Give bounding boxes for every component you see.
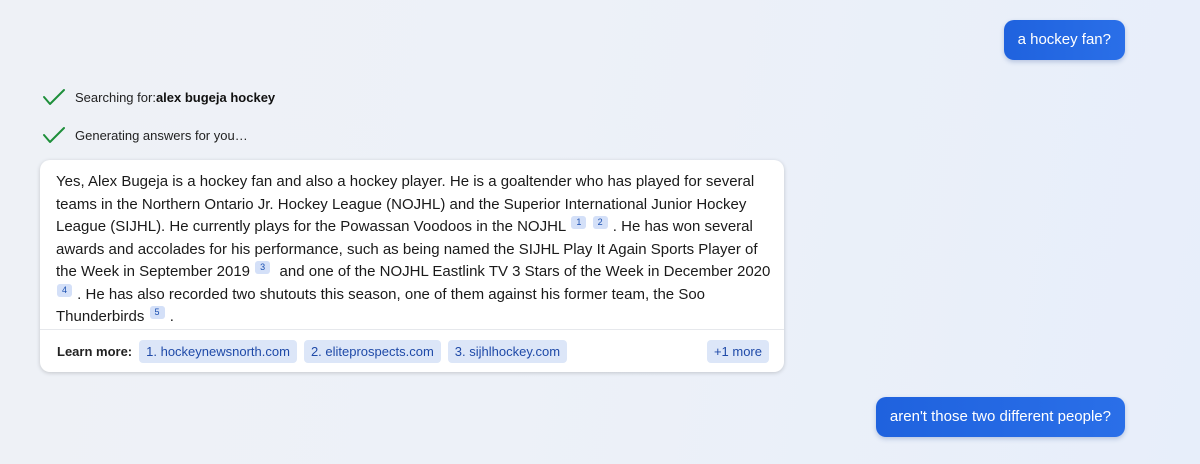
checkmark-icon — [43, 127, 65, 143]
user-message-bubble: a hockey fan? — [1003, 20, 1125, 60]
checkmark-icon — [43, 89, 65, 105]
citation-5[interactable]: 5 — [149, 306, 165, 319]
citation-4[interactable]: 4 — [57, 283, 72, 297]
source-link-2[interactable]: 2. eliteprospects.com — [303, 340, 441, 363]
user-message-text: a hockey fan? — [1017, 31, 1111, 48]
answer-text-part: . — [169, 308, 174, 325]
search-query: alex bugeja hockey — [155, 89, 276, 105]
citation-2[interactable]: 2 — [592, 216, 608, 229]
user-message-bubble: aren't those two different people? — [875, 397, 1125, 437]
generating-status: Generating answers for you… — [42, 124, 248, 146]
answer-card: Yes, Alex Bugeja is a hockey fan and als… — [40, 160, 784, 372]
search-status-prefix: Searching for: — [75, 89, 156, 105]
citation-1[interactable]: 1 — [571, 216, 587, 229]
source-link-1[interactable]: 1. hockeynewsnorth.com — [139, 340, 297, 363]
search-status: Searching for: alex bugeja hockey — [42, 86, 275, 108]
learn-more-label: Learn more: — [57, 344, 133, 359]
divider — [40, 329, 784, 330]
answer-text: Yes, Alex Bugeja is a hockey fan and als… — [56, 171, 776, 329]
user-message-text: aren't those two different people? — [889, 408, 1111, 425]
learn-more-bar: Learn more: 1. hockeynewsnorth.com 2. el… — [57, 340, 574, 363]
more-sources-button[interactable]: +1 more — [706, 340, 769, 363]
citation-3[interactable]: 3 — [255, 261, 271, 274]
source-link-3[interactable]: 3. sijhlhockey.com — [447, 340, 568, 363]
generating-status-text: Generating answers for you… — [75, 127, 248, 143]
answer-text-part: and one of the NOJHL Eastlink TV 3 Stars… — [275, 263, 771, 280]
